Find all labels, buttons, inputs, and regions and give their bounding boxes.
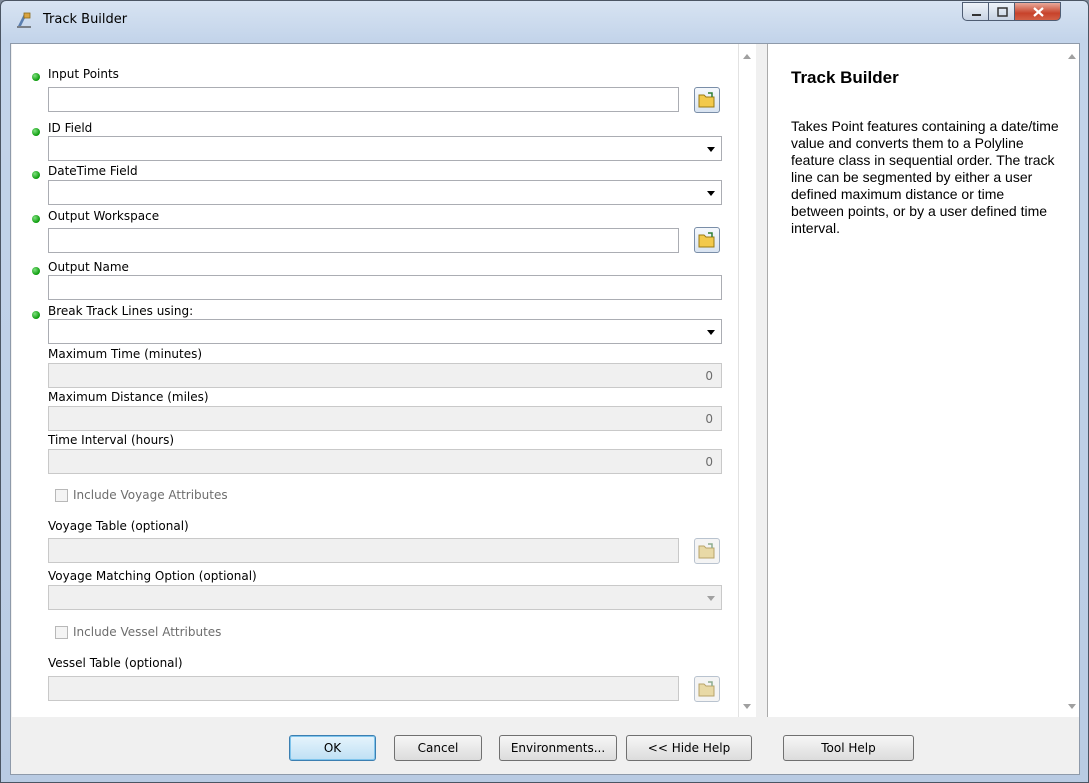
chevron-down-icon bbox=[707, 330, 715, 335]
scroll-down-icon[interactable] bbox=[1068, 704, 1076, 709]
open-folder-icon bbox=[698, 92, 715, 108]
chevron-down-icon bbox=[707, 596, 715, 601]
output-workspace-field[interactable] bbox=[48, 228, 679, 253]
required-indicator bbox=[32, 73, 40, 81]
required-indicator bbox=[32, 215, 40, 223]
voyage-table-browse-button[interactable] bbox=[694, 538, 720, 564]
help-title: Track Builder bbox=[791, 68, 899, 87]
voyage-matching-dropdown[interactable] bbox=[48, 585, 722, 610]
help-panel: Track Builder Takes Point features conta… bbox=[767, 44, 1066, 717]
vessel-table-label: Vessel Table (optional) bbox=[48, 656, 183, 670]
time-interval-field[interactable]: 0 bbox=[48, 449, 722, 474]
datetime-field-label: DateTime Field bbox=[48, 164, 138, 178]
max-time-field[interactable]: 0 bbox=[48, 363, 722, 388]
open-folder-icon bbox=[698, 543, 715, 559]
voyage-table-field[interactable] bbox=[48, 538, 679, 563]
max-time-value: 0 bbox=[705, 369, 713, 383]
datetime-field-dropdown[interactable] bbox=[48, 180, 722, 205]
track-builder-tool-icon bbox=[17, 12, 31, 28]
voyage-matching-label: Voyage Matching Option (optional) bbox=[48, 569, 257, 583]
environments-button[interactable]: Environments... bbox=[499, 735, 617, 761]
open-folder-icon bbox=[698, 681, 715, 697]
input-points-browse-button[interactable] bbox=[694, 87, 720, 113]
input-points-label: Input Points bbox=[48, 67, 119, 81]
include-voyage-label: Include Voyage Attributes bbox=[73, 488, 228, 502]
time-interval-value: 0 bbox=[705, 455, 713, 469]
chevron-down-icon bbox=[707, 191, 715, 196]
close-button[interactable] bbox=[1014, 2, 1061, 21]
maximize-icon bbox=[997, 7, 1008, 17]
maximize-button[interactable] bbox=[988, 2, 1015, 21]
break-track-dropdown[interactable] bbox=[48, 319, 722, 344]
include-vessel-checkbox[interactable] bbox=[55, 626, 68, 639]
break-track-label: Break Track Lines using: bbox=[48, 304, 194, 318]
required-indicator bbox=[32, 128, 40, 136]
max-distance-field[interactable]: 0 bbox=[48, 406, 722, 431]
voyage-table-label: Voyage Table (optional) bbox=[48, 519, 189, 533]
open-folder-icon bbox=[698, 232, 715, 248]
required-indicator bbox=[32, 311, 40, 319]
window-title: Track Builder bbox=[43, 12, 128, 27]
cancel-button[interactable]: Cancel bbox=[394, 735, 482, 761]
title-bar[interactable]: Track Builder bbox=[1, 1, 1088, 37]
include-voyage-checkbox[interactable] bbox=[55, 489, 68, 502]
max-distance-value: 0 bbox=[705, 412, 713, 426]
parameters-scrollbar[interactable] bbox=[738, 44, 756, 717]
input-points-field[interactable] bbox=[48, 87, 679, 112]
minimize-button[interactable] bbox=[962, 2, 989, 21]
required-indicator bbox=[32, 267, 40, 275]
output-name-label: Output Name bbox=[48, 260, 129, 274]
hide-help-button[interactable]: << Hide Help bbox=[626, 735, 752, 761]
vessel-table-browse-button[interactable] bbox=[694, 676, 720, 702]
max-distance-label: Maximum Distance (miles) bbox=[48, 390, 209, 404]
time-interval-label: Time Interval (hours) bbox=[48, 433, 175, 447]
scroll-up-icon[interactable] bbox=[743, 54, 751, 59]
scroll-down-icon[interactable] bbox=[743, 704, 751, 709]
max-time-label: Maximum Time (minutes) bbox=[48, 347, 203, 361]
output-name-field[interactable] bbox=[48, 275, 722, 300]
output-workspace-label: Output Workspace bbox=[48, 209, 160, 223]
tool-dialog-window: Track Builder Input Points ID Field Date… bbox=[0, 0, 1089, 783]
required-indicator bbox=[32, 171, 40, 179]
ok-button[interactable]: OK bbox=[289, 735, 376, 761]
minimize-icon bbox=[972, 14, 981, 16]
chevron-down-icon bbox=[707, 147, 715, 152]
scroll-up-icon[interactable] bbox=[1068, 54, 1076, 59]
id-field-label: ID Field bbox=[48, 121, 93, 135]
help-scrollbar[interactable] bbox=[1064, 44, 1079, 717]
help-description: Takes Point features containing a date/t… bbox=[791, 118, 1059, 236]
id-field-dropdown[interactable] bbox=[48, 136, 722, 161]
vessel-table-field[interactable] bbox=[48, 676, 679, 701]
include-vessel-label: Include Vessel Attributes bbox=[73, 625, 222, 639]
close-icon bbox=[1033, 7, 1044, 17]
tool-help-button[interactable]: Tool Help bbox=[783, 735, 914, 761]
output-workspace-browse-button[interactable] bbox=[694, 227, 720, 253]
